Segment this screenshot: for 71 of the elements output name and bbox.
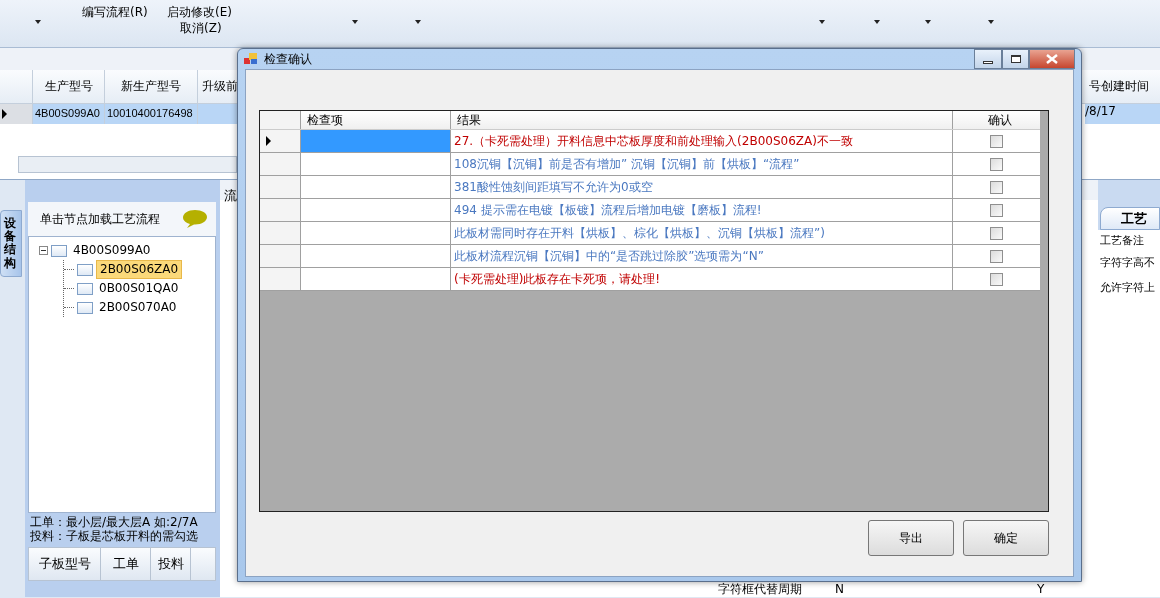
node-icon bbox=[77, 282, 93, 295]
table-cell-text: 字符框代替周期 bbox=[718, 582, 803, 597]
node-icon bbox=[77, 301, 93, 314]
table-cell-text: 允许字符上 bbox=[1100, 281, 1156, 296]
table-cell: 494 提示需在电镀【板镀】流程后增加电镀【磨板】流程! bbox=[451, 199, 953, 221]
close-button[interactable] bbox=[1029, 49, 1075, 69]
panel-header: 单击节点加载工艺流程 bbox=[40, 211, 160, 227]
column-header[interactable]: 号创建时间 bbox=[1085, 70, 1160, 103]
app-icon bbox=[244, 53, 258, 65]
dialog-button[interactable]: 导出 bbox=[868, 520, 954, 556]
checkbox[interactable] bbox=[990, 134, 1003, 148]
checkbox[interactable] bbox=[990, 226, 1003, 240]
table-cell-text: N bbox=[835, 582, 845, 597]
menu-item[interactable]: 编写流程(R) bbox=[82, 5, 148, 20]
column-header[interactable]: 投料 bbox=[151, 547, 191, 580]
vertical-tab[interactable]: 设备结构 bbox=[0, 210, 22, 277]
table-cell[interactable] bbox=[301, 130, 451, 152]
table-cell: 27.（卡死需处理）开料信息中芯板厚度和前处理输入(2B00S06ZA)不一致 bbox=[451, 130, 953, 152]
table-cell: /8/17 bbox=[1085, 104, 1160, 124]
maximize-button[interactable] bbox=[1002, 49, 1029, 69]
checkbox[interactable] bbox=[990, 180, 1003, 194]
tree-item[interactable]: 0B00S01QA0 bbox=[96, 280, 182, 297]
column-header[interactable]: 检查项 bbox=[301, 111, 451, 129]
table-cell: 108沉铜【沉铜】前是否有增加” 沉铜【沉铜】前【烘板】“流程” bbox=[451, 153, 953, 175]
checkbox[interactable] bbox=[990, 249, 1003, 263]
tree-item[interactable]: 4B00S099A0 bbox=[70, 242, 154, 259]
dropdown-caret-icon[interactable] bbox=[352, 20, 358, 24]
current-row-icon bbox=[266, 136, 271, 146]
column-header: 工艺备注 bbox=[1100, 234, 1145, 249]
table-cell: 此板材需同时存在开料【烘板】、棕化【烘板】、沉铜【烘板】流程”) bbox=[451, 222, 953, 244]
menu-item[interactable]: 取消(Z) bbox=[180, 21, 222, 36]
table-cell: 10010400176498 bbox=[105, 104, 198, 124]
tree-item[interactable]: 2B00S06ZA0 bbox=[96, 260, 183, 279]
tree-item[interactable]: 2B00S070A0 bbox=[96, 299, 180, 316]
table-cell: 此板材流程沉铜【沉铜】中的“是否跳过除胶”选项需为“N” bbox=[451, 245, 953, 267]
close-icon bbox=[1046, 54, 1058, 64]
dropdown-caret-icon[interactable] bbox=[35, 20, 41, 24]
current-row-icon bbox=[2, 109, 7, 119]
table-cell: 4B00S099A0 bbox=[33, 104, 105, 124]
dropdown-caret-icon[interactable] bbox=[819, 20, 825, 24]
column-header[interactable]: 生产型号 bbox=[33, 70, 105, 103]
column-header[interactable]: 子板型号 bbox=[29, 547, 101, 580]
column-header[interactable]: 确认 bbox=[953, 111, 1040, 129]
collapse-icon[interactable] bbox=[39, 246, 48, 255]
node-icon bbox=[51, 244, 67, 257]
column-header[interactable]: 工单 bbox=[101, 547, 151, 580]
column-header[interactable]: 新生产型号 bbox=[105, 70, 198, 103]
horizontal-scrollbar[interactable] bbox=[18, 156, 237, 173]
dialog-button[interactable]: 确定 bbox=[963, 520, 1049, 556]
dropdown-caret-icon[interactable] bbox=[874, 20, 880, 24]
dropdown-caret-icon[interactable] bbox=[988, 20, 994, 24]
node-icon bbox=[77, 263, 93, 276]
note-text: 投料：子板是芯板开料的需勾选 bbox=[30, 529, 199, 544]
checkbox[interactable] bbox=[990, 203, 1003, 217]
speech-bubble-icon bbox=[182, 209, 208, 229]
minimize-button[interactable] bbox=[974, 49, 1002, 69]
table-cell-text: Y bbox=[1037, 582, 1046, 597]
table-cell: (卡死需处理)此板存在卡死项，请处理! bbox=[451, 268, 953, 290]
note-text: 工单：最小层/最大层A 如:2/7A bbox=[30, 516, 199, 530]
dropdown-caret-icon[interactable] bbox=[415, 20, 421, 24]
table-row[interactable]: 4B00S099A0 10010400176498 bbox=[0, 104, 237, 124]
row-header[interactable] bbox=[260, 130, 301, 152]
window-title: 检查确认 bbox=[264, 51, 312, 67]
table-cell-text: 字符字高不 bbox=[1100, 256, 1156, 271]
checkbox[interactable] bbox=[990, 272, 1003, 286]
menu-item[interactable]: 启动修改(E) bbox=[167, 5, 232, 20]
dropdown-caret-icon[interactable] bbox=[925, 20, 931, 24]
column-header[interactable]: 结果 bbox=[451, 111, 953, 129]
tab[interactable]: 工艺 bbox=[1100, 207, 1160, 230]
table-cell: 381酸性蚀刻间距填写不允许为0或空 bbox=[451, 176, 953, 198]
checkbox[interactable] bbox=[990, 157, 1003, 171]
